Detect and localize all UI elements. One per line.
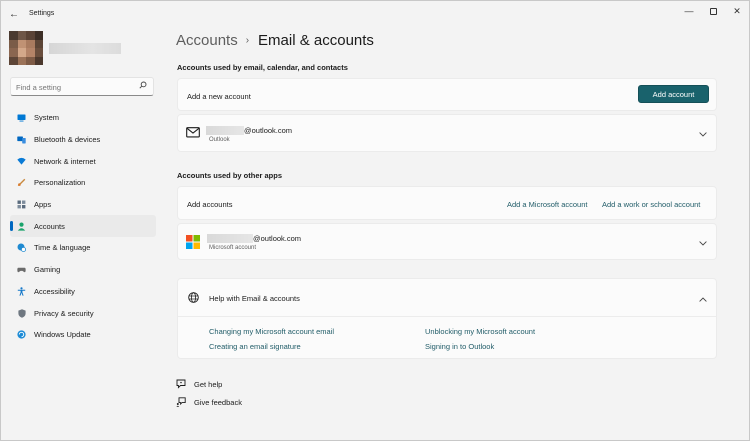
sidebar-item-network-internet[interactable]: Network & internet — [10, 150, 156, 172]
search-icon — [139, 81, 147, 91]
accessibility-icon — [17, 287, 26, 296]
globe-icon — [188, 292, 199, 305]
get-help-link[interactable]: Get help — [194, 380, 222, 389]
add-accounts-label: Add accounts — [187, 200, 233, 209]
add-work-school-account-link[interactable]: Add a work or school account — [602, 200, 700, 209]
sidebar-item-apps[interactable]: Apps — [10, 194, 156, 216]
help-link-email-signature[interactable]: Creating an email signature — [209, 342, 301, 351]
sidebar-item-label: Bluetooth & devices — [34, 135, 101, 145]
user-name-redacted — [49, 43, 121, 54]
search-box[interactable] — [10, 77, 154, 96]
microsoft-account-row[interactable]: @outlook.com Microsoft account — [177, 223, 717, 260]
arrow-left-icon: ← — [9, 8, 19, 20]
sidebar-item-label: Accounts — [34, 221, 65, 231]
wifi-icon — [17, 157, 26, 166]
chevron-right-icon: › — [245, 35, 250, 46]
sidebar-item-privacy-security[interactable]: Privacy & security — [10, 302, 156, 324]
shield-icon — [17, 308, 26, 318]
help-header[interactable]: Help with Email & accounts — [178, 279, 716, 316]
help-link-unblocking-account[interactable]: Unblocking my Microsoft account — [425, 327, 535, 336]
chevron-down-icon[interactable] — [699, 238, 707, 248]
maximize-button[interactable] — [701, 4, 725, 18]
system-icon — [17, 113, 26, 122]
add-account-button[interactable]: Add account — [638, 85, 709, 103]
close-button[interactable]: ✕ — [725, 4, 749, 18]
globe-clock-icon — [17, 243, 26, 253]
sidebar-item-bluetooth-devices[interactable]: Bluetooth & devices — [10, 129, 156, 151]
help-link-changing-email[interactable]: Changing my Microsoft account email — [209, 327, 334, 336]
bluetooth-icon — [17, 135, 26, 144]
get-help-icon — [176, 379, 186, 389]
sidebar-item-accessibility[interactable]: Accessibility — [10, 281, 156, 303]
email-account-address: @outlook.com — [244, 126, 293, 135]
sidebar-item-personalization[interactable]: Personalization — [10, 172, 156, 194]
title-bar: ← Settings — ✕ — [1, 1, 749, 28]
sidebar-item-label: Accessibility — [34, 286, 75, 296]
sidebar-item-label: Windows Update — [34, 330, 91, 340]
search-input[interactable] — [16, 81, 134, 93]
add-microsoft-account-link[interactable]: Add a Microsoft account — [507, 200, 587, 209]
section-title-other-apps: Accounts used by other apps — [177, 171, 283, 180]
email-user-redacted — [206, 126, 244, 135]
add-new-account-label: Add a new account — [187, 92, 251, 101]
breadcrumb-parent-link[interactable]: Accounts — [176, 32, 238, 49]
person-icon — [17, 222, 26, 231]
microsoft-logo-icon — [186, 235, 200, 251]
controller-icon — [17, 265, 26, 274]
mail-icon — [186, 127, 200, 140]
sidebar-item-label: Apps — [34, 200, 52, 210]
sidebar-item-windows-update[interactable]: Windows Update — [10, 324, 156, 346]
sidebar-item-label: Time & language — [34, 243, 91, 253]
divider — [178, 316, 716, 317]
minimize-button[interactable]: — — [677, 4, 701, 18]
sidebar-item-system[interactable]: System — [10, 107, 156, 129]
chevron-up-icon[interactable] — [699, 294, 707, 304]
page-title: Email & accounts — [258, 32, 374, 49]
sidebar-item-label: Personalization — [34, 178, 86, 188]
microsoft-account-address: @outlook.com — [253, 234, 302, 243]
maximize-icon — [709, 7, 717, 15]
sidebar-item-time-language[interactable]: Time & language — [10, 237, 156, 259]
add-accounts-row: Add accounts Add a Microsoft account Add… — [177, 186, 717, 220]
email-account-row[interactable]: @outlook.com Outlook — [177, 114, 717, 152]
sidebar-nav: System Bluetooth & devices Network & int… — [10, 107, 156, 346]
settings-window: ← Settings — ✕ System — [0, 0, 750, 441]
microsoft-user-redacted — [207, 234, 253, 243]
sidebar-item-accounts[interactable]: Accounts — [10, 215, 156, 238]
help-card: Help with Email & accounts Changing my M… — [177, 278, 717, 359]
give-feedback-link[interactable]: Give feedback — [194, 398, 242, 407]
brush-icon — [17, 178, 26, 187]
app-title: Settings — [29, 10, 55, 17]
microsoft-account-type: Microsoft account — [209, 245, 257, 251]
apps-icon — [17, 200, 26, 209]
feedback-icon — [176, 397, 186, 407]
breadcrumb: Accounts › Email & accounts — [176, 32, 374, 49]
update-icon — [17, 330, 26, 339]
close-icon: ✕ — [733, 5, 741, 16]
help-title: Help with Email & accounts — [209, 294, 300, 303]
help-link-signing-in-outlook[interactable]: Signing in to Outlook — [425, 342, 494, 351]
sidebar-item-label: Network & internet — [34, 156, 96, 166]
minimize-icon: — — [684, 6, 694, 16]
email-account-type: Outlook — [209, 137, 230, 143]
avatar[interactable] — [9, 31, 43, 65]
sidebar-item-label: System — [34, 113, 60, 123]
sidebar-item-label: Privacy & security — [34, 308, 94, 318]
add-new-account-row: Add a new account Add account — [177, 78, 717, 111]
section-title-email: Accounts used by email, calendar, and co… — [177, 63, 348, 72]
sidebar-item-gaming[interactable]: Gaming — [10, 259, 156, 281]
back-button[interactable]: ← — [7, 7, 21, 21]
sidebar-item-label: Gaming — [34, 265, 61, 275]
selection-indicator — [10, 221, 13, 232]
chevron-down-icon[interactable] — [699, 129, 707, 139]
